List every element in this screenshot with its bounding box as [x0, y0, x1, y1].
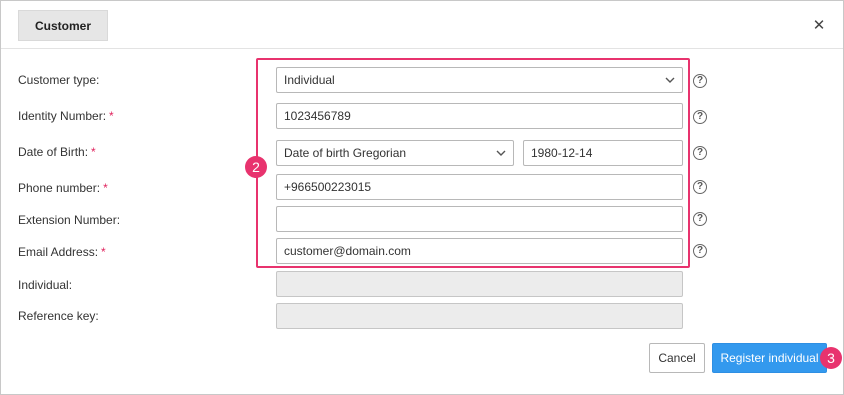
required-mark: * [101, 245, 106, 259]
individual-field [276, 271, 683, 297]
date-of-birth-label: Date of Birth: * [18, 145, 96, 159]
label-text: Reference key: [18, 309, 99, 323]
label-text: Extension Number: [18, 213, 121, 227]
identity-number-label: Identity Number: * [18, 109, 114, 123]
customer-type-label: Customer type: [18, 73, 99, 87]
label-text: Identity Number: [18, 109, 107, 123]
help-icon[interactable]: ? [693, 146, 707, 160]
dialog-header: Customer ✕ [1, 1, 843, 49]
register-individual-button[interactable]: Register individual [712, 343, 827, 373]
help-icon[interactable]: ? [693, 244, 707, 258]
reference-key-label: Reference key: [18, 309, 99, 323]
close-icon[interactable]: ✕ [809, 15, 829, 35]
label-text: Phone number: [18, 181, 101, 195]
help-icon[interactable]: ? [693, 110, 707, 124]
extension-number-label: Extension Number: [18, 213, 120, 227]
label-text: Date of Birth: [18, 145, 89, 159]
email-address-label: Email Address: * [18, 245, 106, 259]
tab-customer[interactable]: Customer [18, 10, 108, 41]
help-icon[interactable]: ? [693, 180, 707, 194]
annotation-marker-2: 2 [245, 156, 267, 178]
help-icon[interactable]: ? [693, 212, 707, 226]
label-text: Individual: [18, 278, 73, 292]
required-mark: * [109, 109, 114, 123]
help-icon[interactable]: ? [693, 74, 707, 88]
fields-highlight-box [256, 58, 690, 268]
customer-dialog: Customer ✕ Customer type: Individual ? I… [0, 0, 844, 395]
label-text: Customer type: [18, 73, 100, 87]
phone-number-label: Phone number: * [18, 181, 108, 195]
annotation-marker-3: 3 [820, 347, 842, 369]
label-text: Email Address: [18, 245, 99, 259]
individual-label: Individual: [18, 278, 72, 292]
cancel-button[interactable]: Cancel [649, 343, 705, 373]
required-mark: * [91, 145, 96, 159]
required-mark: * [103, 181, 108, 195]
reference-key-field [276, 303, 683, 329]
